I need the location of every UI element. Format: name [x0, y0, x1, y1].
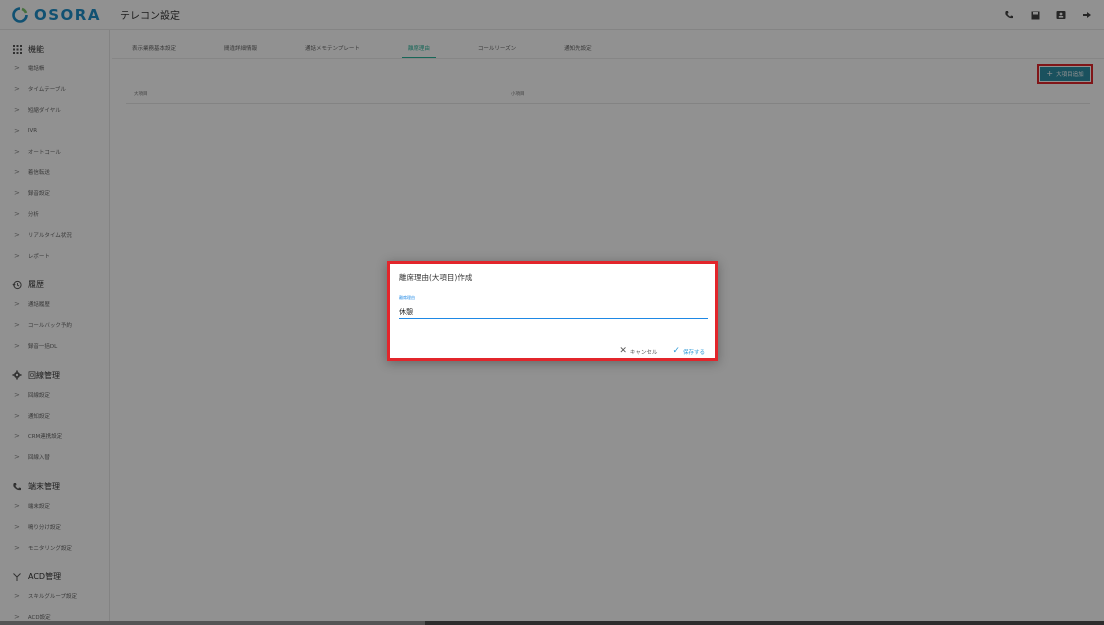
save-button[interactable]: ✓ 保存する — [672, 347, 705, 356]
cancel-button[interactable]: ✕ キャンセル — [619, 347, 657, 356]
scrollbar-track[interactable] — [425, 621, 1104, 625]
bottom-scroll-strip — [0, 621, 1104, 625]
close-icon: ✕ — [619, 346, 627, 356]
create-away-reason-dialog: 離席理由(大項目)作成 離席理由 ✕ キャンセル ✓ 保存する — [387, 261, 718, 361]
check-icon: ✓ — [672, 346, 680, 356]
dialog-title: 離席理由(大項目)作成 — [399, 273, 473, 282]
save-label: 保存する — [682, 349, 705, 356]
cancel-label: キャンセル — [629, 349, 658, 356]
away-reason-field-label: 離席理由 — [399, 295, 415, 300]
dialog-actions: ✕ キャンセル ✓ 保存する — [619, 347, 705, 356]
away-reason-input[interactable] — [399, 306, 708, 319]
